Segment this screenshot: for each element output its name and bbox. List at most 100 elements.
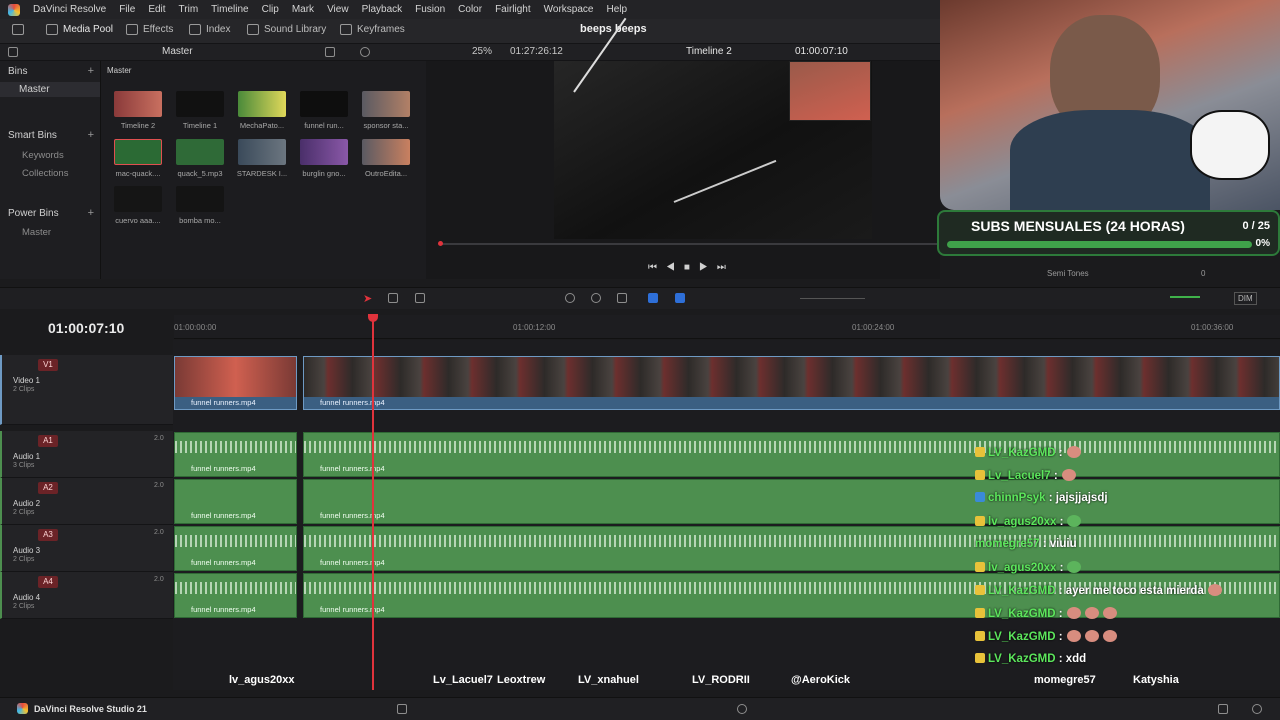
fusion-page-icon[interactable] xyxy=(737,704,747,714)
list-view-icon[interactable] xyxy=(8,47,18,57)
panel-toggle-icon[interactable] xyxy=(12,24,24,35)
linked-selection-icon[interactable] xyxy=(591,293,601,303)
flag-icon[interactable] xyxy=(648,293,658,303)
media-page-icon[interactable] xyxy=(397,704,407,714)
timeline-toolbar: ➤ DIM xyxy=(0,287,1280,309)
ruler-tick: 01:00:12:00 xyxy=(513,323,556,332)
clip-mechapato[interactable]: MechaPato... xyxy=(236,91,288,130)
keyframes-button[interactable]: Keyframes xyxy=(340,24,405,35)
menu-workspace[interactable]: Workspace xyxy=(544,4,594,15)
zoom-slider[interactable] xyxy=(800,298,865,299)
audio-clip[interactable]: funnel runners.mp4 xyxy=(174,526,297,571)
semi-tones-label: Semi Tones xyxy=(1047,269,1089,278)
menu-color[interactable]: Color xyxy=(458,4,482,15)
track-name-v1: Video 1 xyxy=(13,376,40,385)
clip-funnel-runners[interactable]: funnel run... xyxy=(298,91,350,130)
home-icon[interactable] xyxy=(1218,704,1228,714)
playhead[interactable] xyxy=(372,316,374,690)
media-pool-icon xyxy=(46,24,58,35)
subs-percent: 0% xyxy=(1255,238,1270,249)
smart-bin-keywords[interactable]: Keywords xyxy=(22,150,64,161)
viewer-scrubber[interactable] xyxy=(440,243,940,245)
clip-timeline-1[interactable]: Timeline 1 xyxy=(174,91,226,130)
clip-burglin-gnomes[interactable]: burglin gno... xyxy=(298,139,350,178)
grid-view-icon[interactable] xyxy=(325,47,335,57)
power-bin-master[interactable]: Master xyxy=(22,227,51,238)
menu-playback[interactable]: Playback xyxy=(362,4,403,15)
menu-help[interactable]: Help xyxy=(606,4,627,15)
menu-file[interactable]: File xyxy=(119,4,135,15)
settings-gear-icon[interactable] xyxy=(1252,704,1262,714)
track-id-v1[interactable]: V1 xyxy=(38,359,58,371)
clip-bomba[interactable]: bomba mo... xyxy=(174,186,226,225)
track-name-a3: Audio 3 xyxy=(13,546,41,555)
menu-edit[interactable]: Edit xyxy=(148,4,165,15)
track-id-a4[interactable]: A4 xyxy=(38,576,58,588)
bin-master[interactable]: Master xyxy=(19,84,50,95)
track-name-a4: Audio 4 xyxy=(13,593,41,602)
add-power-bin-icon[interactable]: + xyxy=(88,207,94,219)
timeline-timecode: 01:00:07:10 xyxy=(48,320,125,336)
audio-clip[interactable]: funnel runners.mp4 xyxy=(303,432,1280,477)
marker-icon[interactable] xyxy=(675,293,685,303)
transport-controls[interactable]: ⏮◀■▶⏭ xyxy=(648,262,735,273)
track-header-v1: V1 Video 1 2 Clips xyxy=(0,355,173,425)
cat-sticker xyxy=(1190,110,1270,180)
snapping-icon[interactable] xyxy=(565,293,575,303)
zoom-dropdown[interactable]: 25% xyxy=(472,46,492,57)
selection-tool-icon[interactable]: ➤ xyxy=(363,292,372,305)
clip-mac-quack[interactable]: mac-quack.... xyxy=(112,139,164,178)
clip-stardesk[interactable]: STARDESK I... xyxy=(236,139,288,178)
clip-outro[interactable]: OutroEdita... xyxy=(360,139,412,178)
menu-trim[interactable]: Trim xyxy=(179,4,199,15)
lock-icon[interactable] xyxy=(617,293,627,303)
audio-clip[interactable]: funnel runners.mp4 xyxy=(174,479,297,524)
timeline-ruler[interactable]: 01:00:00:00 01:00:12:00 01:00:24:00 01:0… xyxy=(174,315,1280,339)
clip-quack-5[interactable]: quack_5.mp3 xyxy=(174,139,226,178)
menu-mark[interactable]: Mark xyxy=(292,4,314,15)
audio-clip[interactable]: funnel runners.mp4 xyxy=(303,479,1280,524)
track-level-a4: 2.0 xyxy=(154,576,164,583)
search-icon[interactable] xyxy=(360,47,370,57)
menu-fairlight[interactable]: Fairlight xyxy=(495,4,531,15)
effects-button[interactable]: Effects xyxy=(126,24,173,35)
pool-header: Master xyxy=(107,66,132,75)
video-clip[interactable]: funnel runners.mp4 xyxy=(303,356,1280,410)
timeline-selector[interactable]: Timeline 2 xyxy=(686,46,732,57)
blade-tool-icon[interactable] xyxy=(415,293,425,303)
audio-clip[interactable]: funnel runners.mp4 xyxy=(174,573,297,618)
smart-bin-collections[interactable]: Collections xyxy=(22,168,68,179)
menu-view[interactable]: View xyxy=(327,4,349,15)
index-label: Index xyxy=(206,24,231,35)
audio-clip[interactable]: funnel runners.mp4 xyxy=(303,526,1280,571)
track-id-a2[interactable]: A2 xyxy=(38,482,58,494)
effects-label: Effects xyxy=(143,24,174,35)
trim-tool-icon[interactable] xyxy=(388,293,398,303)
sound-library-button[interactable]: Sound Library xyxy=(247,24,326,35)
track-id-a1[interactable]: A1 xyxy=(38,435,58,447)
volume-slider[interactable] xyxy=(1170,296,1200,298)
audio-clip[interactable]: funnel runners.mp4 xyxy=(174,432,297,477)
menu-fusion[interactable]: Fusion xyxy=(415,4,445,15)
viewer-scrub-head[interactable] xyxy=(438,241,443,246)
dim-button[interactable]: DIM xyxy=(1234,292,1257,305)
media-pool-button[interactable]: Media Pool xyxy=(46,24,113,35)
clip-timeline-2[interactable]: Timeline 2 xyxy=(112,91,164,130)
viewer-name: @AeroKick xyxy=(791,674,851,686)
chat-message: lv_agus20xx : xyxy=(975,561,1082,574)
menu-clip[interactable]: Clip xyxy=(262,4,279,15)
chat-message: lv_agus20xx : xyxy=(975,515,1082,528)
track-id-a3[interactable]: A3 xyxy=(38,529,58,541)
add-bin-icon[interactable]: + xyxy=(88,65,94,77)
page-taskbar: DaVinci Resolve Studio 21 xyxy=(0,697,1280,720)
video-clip[interactable]: funnel runners.mp4 xyxy=(174,356,297,410)
index-button[interactable]: Index xyxy=(189,24,230,35)
clip-sponsor[interactable]: sponsor sta... xyxy=(360,91,412,130)
add-smart-bin-icon[interactable]: + xyxy=(88,129,94,141)
chat-message: Lv_Lacuel7 : xyxy=(975,469,1076,482)
menu-timeline[interactable]: Timeline xyxy=(211,4,248,15)
bins-header: Bins xyxy=(8,66,28,77)
clip-cuervo[interactable]: cuervo aaa.... xyxy=(112,186,164,225)
bin-master-row[interactable] xyxy=(0,82,100,97)
track-header-a3: A3 Audio 3 2 Clips 2.0 xyxy=(0,525,173,572)
